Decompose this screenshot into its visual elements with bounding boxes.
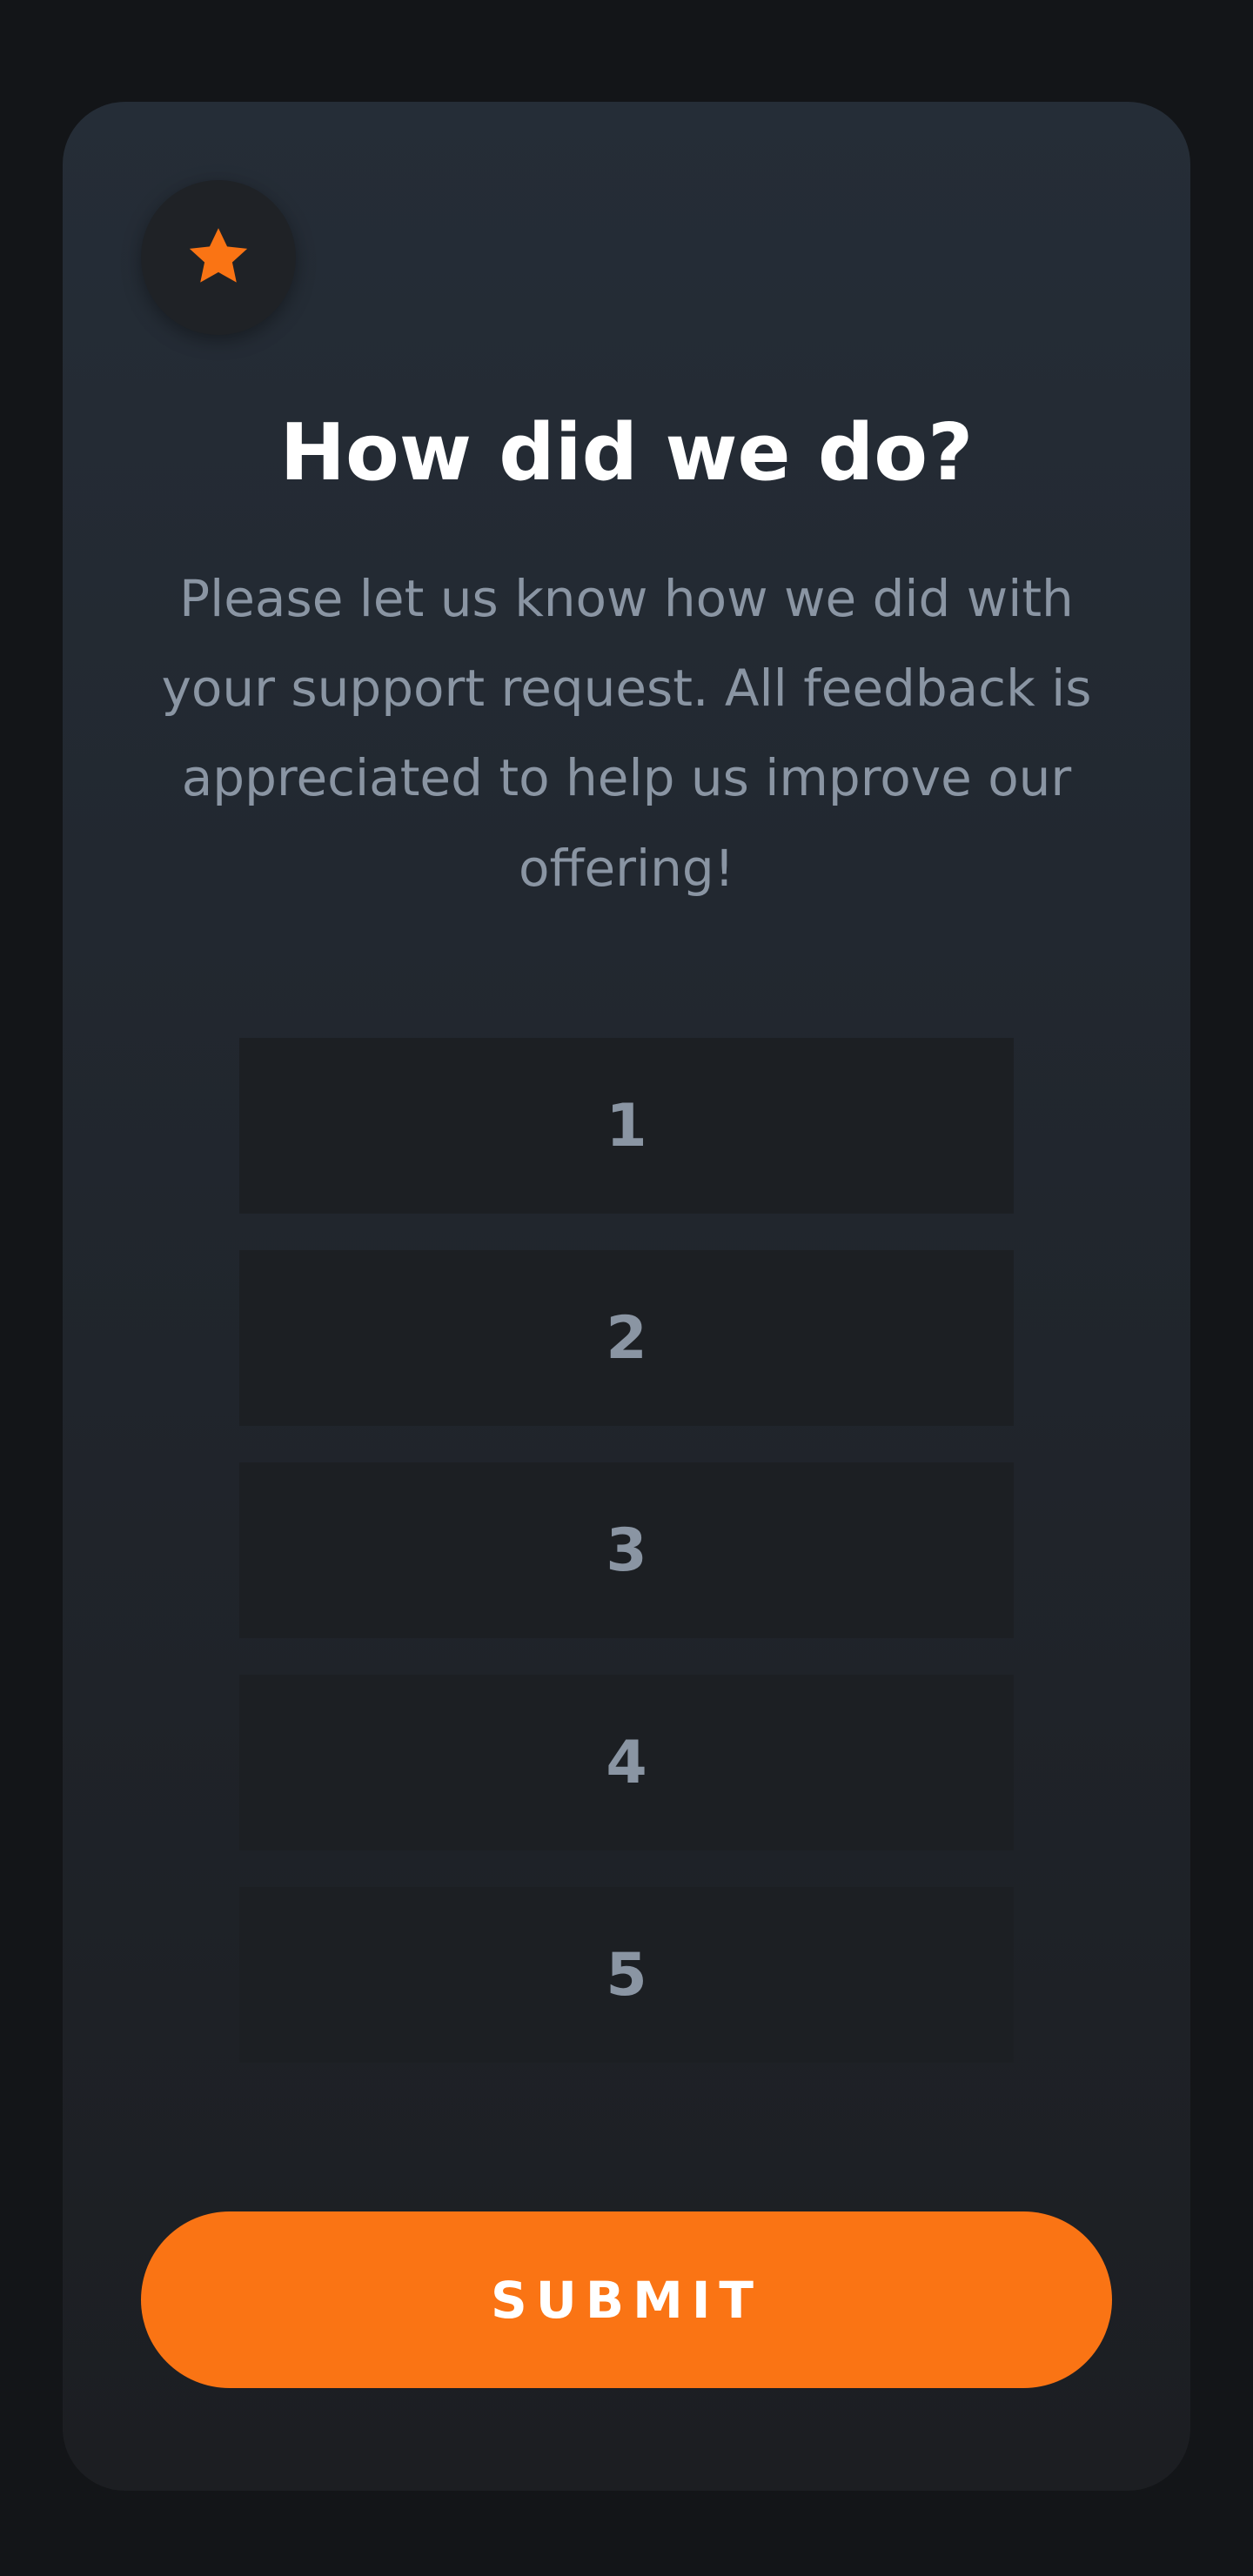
submit-button[interactable]: SUBMIT	[141, 2211, 1112, 2388]
rating-button-1[interactable]: 1	[239, 1038, 1014, 1214]
rating-button-2[interactable]: 2	[239, 1250, 1014, 1426]
page-title: How did we do?	[279, 407, 974, 498]
star-icon	[189, 228, 248, 283]
rating-button-5[interactable]: 5	[239, 1887, 1014, 2063]
rating-options: 1 2 3 4 5	[239, 1038, 1014, 2099]
star-badge	[141, 180, 296, 335]
rating-card: How did we do? Please let us know how we…	[63, 102, 1190, 2491]
description-text: Please let us know how we did with your …	[161, 569, 1092, 898]
rating-button-4[interactable]: 4	[239, 1675, 1014, 1850]
rating-button-3[interactable]: 3	[239, 1462, 1014, 1638]
